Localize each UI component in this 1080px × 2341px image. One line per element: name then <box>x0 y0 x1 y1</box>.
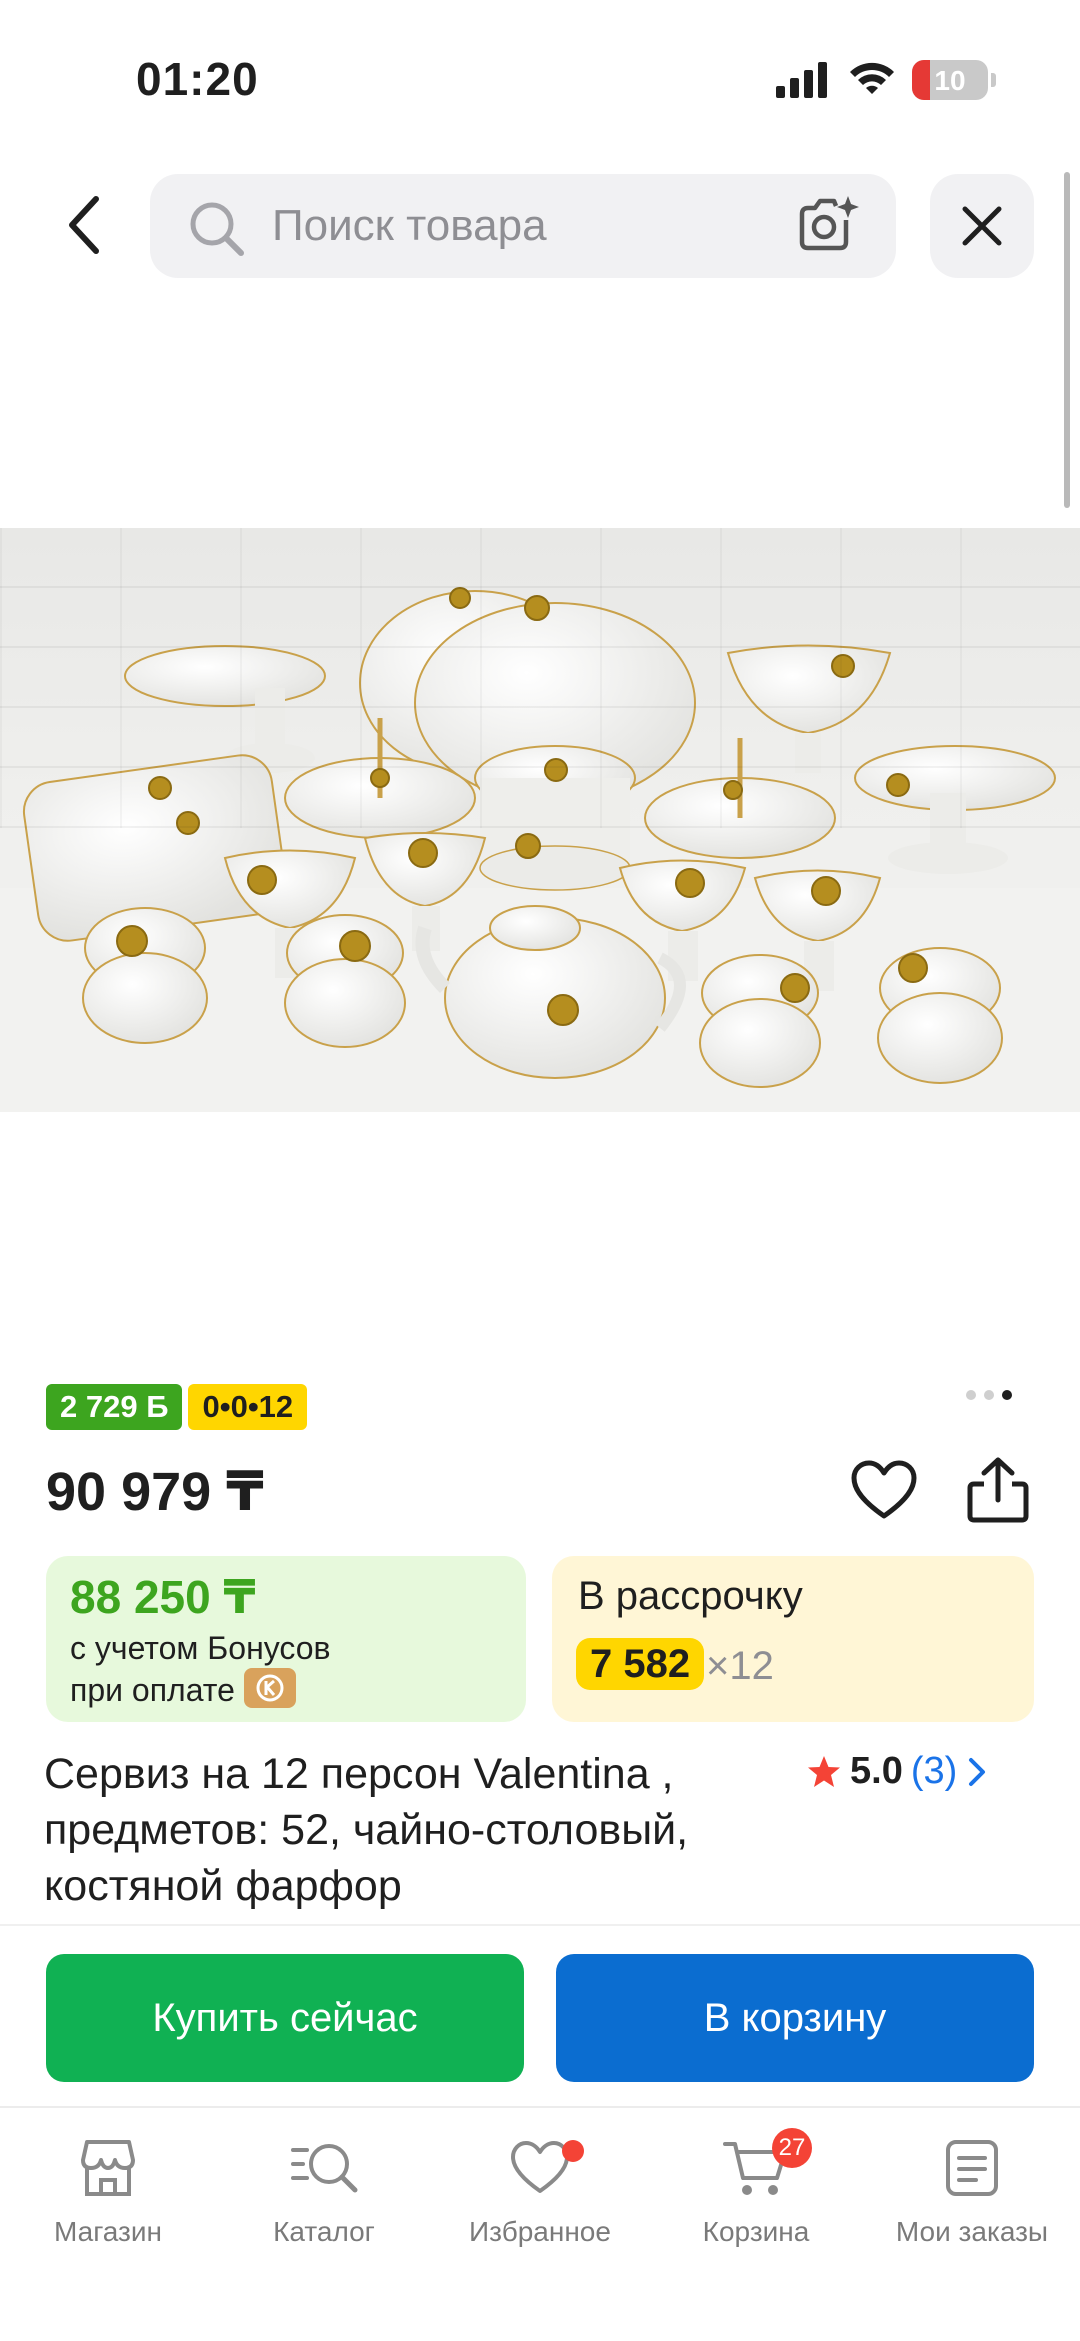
heart-icon[interactable] <box>850 1460 918 1522</box>
nav-favorites[interactable]: Избранное <box>432 2128 648 2248</box>
pagination-dot-active <box>1002 1390 1012 1400</box>
nav-cart[interactable]: 27 Корзина <box>648 2128 864 2248</box>
bonus-price-card[interactable]: 88 250 ₸ с учетом Бонусов при оплате <box>46 1556 526 1722</box>
add-to-cart-button[interactable]: В корзину <box>556 1954 1034 2082</box>
chevron-left-icon <box>69 196 99 254</box>
pagination-dot <box>966 1390 976 1400</box>
battery-icon: 10 <box>912 60 996 100</box>
orders-icon <box>946 2140 998 2196</box>
nav-catalog[interactable]: Каталог <box>216 2128 432 2248</box>
back-button[interactable] <box>44 180 124 270</box>
nav-orders[interactable]: Мои заказы <box>864 2128 1080 2248</box>
close-button[interactable] <box>930 174 1034 278</box>
installment-chip: 0•0•12 <box>188 1384 308 1430</box>
wifi-icon <box>850 62 894 94</box>
payment-app-icon <box>244 1668 296 1708</box>
rating-link[interactable]: 5.0 (3) <box>806 1750 989 1793</box>
nav-shop[interactable]: Магазин <box>0 2128 216 2248</box>
cart-badge: 27 <box>772 2128 812 2168</box>
review-count: (3) <box>910 1750 958 1792</box>
cellular-signal-icon <box>776 62 827 98</box>
shop-icon <box>81 2140 135 2196</box>
nav-orders-label: Мои заказы <box>895 2216 1049 2247</box>
close-icon <box>962 206 1002 246</box>
installment-multiplier: ×12 <box>706 1644 774 1688</box>
star-icon <box>808 1755 840 1787</box>
bonus-chips: 2 729 Б 0•0•12 <box>46 1384 308 1430</box>
product-image[interactable] <box>0 528 1080 1112</box>
divider <box>0 1924 1080 1926</box>
battery-level: 10 <box>934 65 966 96</box>
product-title: Сервиз на 12 персон Valentina , предмето… <box>44 1750 689 1910</box>
installment-amount: 7 582 <box>576 1638 705 1690</box>
search-input[interactable] <box>272 196 752 256</box>
rating-score: 5.0 <box>850 1750 903 1792</box>
search-bar[interactable] <box>150 174 896 278</box>
bonus-points-chip: 2 729 Б <box>46 1384 183 1430</box>
catalog-search-icon <box>291 2144 358 2193</box>
chevron-right-icon <box>969 1757 986 1786</box>
nav-shop-label: Магазин <box>53 2216 162 2247</box>
search-icon <box>190 202 244 256</box>
pagination-dot <box>984 1390 994 1400</box>
bonus-price: 88 250 ₸ <box>70 1571 256 1623</box>
scrollbar[interactable] <box>1064 172 1070 508</box>
favorites-badge-dot <box>562 2140 584 2162</box>
status-bar: 01:20 10 <box>0 0 1080 160</box>
bottom-navigation: Магазин Каталог Избранное 27 Корзина Мои… <box>0 2106 1080 2341</box>
status-time: 01:20 <box>136 53 259 105</box>
nav-cart-label: Корзина <box>702 2216 810 2247</box>
nav-favorites-label: Избранное <box>469 2216 611 2247</box>
installment-title: В рассрочку <box>578 1574 803 1618</box>
camera-search-icon[interactable] <box>796 194 860 256</box>
image-pagination <box>966 1390 1012 1400</box>
installment-card[interactable]: В рассрочку 7 582 ×12 <box>552 1556 1034 1722</box>
bonus-payment-note: при оплате <box>70 1672 235 1708</box>
nav-catalog-label: Каталог <box>273 2216 375 2247</box>
bonus-note: с учетом Бонусов <box>70 1630 331 1666</box>
buy-now-button[interactable]: Купить сейчас <box>46 1954 524 2082</box>
product-price: 90 979 ₸ <box>46 1462 264 1522</box>
share-icon[interactable] <box>966 1456 1030 1524</box>
